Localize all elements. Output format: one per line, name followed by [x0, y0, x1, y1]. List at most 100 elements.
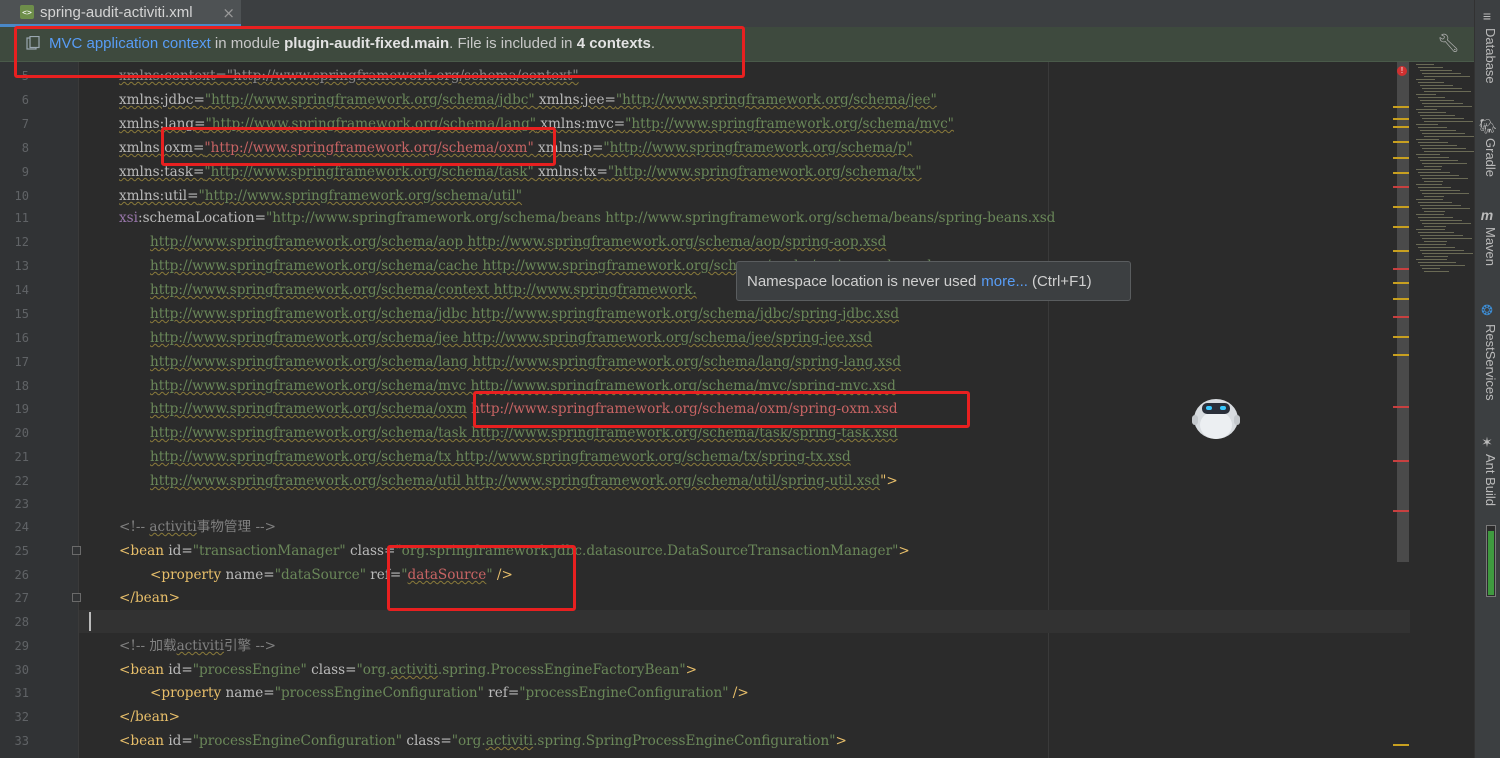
code-line-32: </bean> — [119, 707, 180, 727]
error-stripe-marker[interactable] — [1393, 336, 1409, 338]
minimap-line — [1422, 118, 1464, 119]
minimap-line — [1420, 145, 1457, 146]
code-line-16: http://www.springframework.org/schema/je… — [150, 328, 872, 348]
tab-spring-audit-activiti[interactable]: <> spring-audit-activiti.xml × — [0, 0, 241, 27]
minimap-line — [1420, 235, 1463, 236]
error-stripe-marker[interactable] — [1393, 172, 1409, 174]
error-stripe-marker[interactable] — [1393, 206, 1409, 208]
minimap-line — [1416, 109, 1437, 110]
error-stripe-marker[interactable] — [1393, 106, 1409, 108]
minimap-line — [1420, 70, 1452, 71]
tooltip-more-link[interactable]: more... — [981, 273, 1028, 290]
code-text: "processEngine" — [192, 662, 307, 678]
error-stripe-marker[interactable] — [1393, 118, 1409, 120]
error-stripe-marker[interactable] — [1393, 510, 1409, 512]
error-stripe-marker[interactable] — [1393, 250, 1409, 252]
error-stripe-marker[interactable] — [1393, 316, 1409, 318]
code-text: 事物管理 --> — [196, 519, 277, 535]
annotation-box-banner — [14, 26, 745, 78]
code-text: "> — [880, 473, 898, 489]
error-stripe-marker[interactable] — [1393, 298, 1409, 300]
minimap-line — [1422, 133, 1465, 134]
line-number: 8 — [21, 141, 29, 155]
minimap-line — [1416, 139, 1439, 140]
line-number: 33 — [14, 734, 29, 748]
minimap-line — [1416, 169, 1441, 170]
fold-marker[interactable] — [72, 546, 81, 555]
code-line-29: <!-- 加载activiti引擎 --> — [119, 636, 276, 656]
minimap-line — [1422, 178, 1468, 179]
code-line-24: <!-- activiti事物管理 --> — [119, 517, 276, 537]
robot-assistant-icon[interactable] — [1190, 393, 1242, 441]
minimap-line — [1416, 64, 1434, 65]
tab-title: spring-audit-activiti.xml — [40, 3, 193, 21]
code-text: http://www.springframework.org/schema/jd… — [150, 306, 900, 322]
tool-rest-services[interactable]: RestServices — [1476, 324, 1498, 401]
wrench-icon[interactable]: 🔧︎ — [1437, 33, 1460, 54]
tool-maven[interactable]: Maven — [1476, 227, 1498, 266]
minimap-line — [1418, 247, 1455, 248]
error-stripe-marker[interactable] — [1393, 460, 1409, 462]
minimap-line — [1418, 157, 1449, 158]
minimap-line — [1424, 166, 1442, 167]
code-text: id= — [164, 662, 193, 678]
code-text: :schemaLocation= — [138, 210, 267, 226]
error-stripe-marker[interactable] — [1393, 226, 1409, 228]
fold-marker[interactable] — [72, 593, 81, 602]
error-stripe-marker[interactable] — [1393, 186, 1409, 188]
line-number: 17 — [14, 355, 29, 369]
error-stripe-marker[interactable] — [1393, 126, 1409, 128]
minimap-line — [1424, 76, 1470, 77]
code-minimap[interactable] — [1416, 64, 1475, 274]
gradle-icon: 🐘︎ — [1479, 118, 1497, 134]
code-text: </bean> — [119, 709, 180, 725]
code-text: 引擎 --> — [223, 638, 277, 654]
vertical-scrollbar[interactable] — [1397, 62, 1409, 562]
memory-indicator[interactable] — [1486, 525, 1496, 597]
tool-database[interactable]: Database — [1476, 28, 1498, 84]
minimap-line — [1420, 130, 1456, 131]
code-line-14: http://www.springframework.org/schema/co… — [150, 280, 697, 300]
error-stripe-marker[interactable] — [1393, 268, 1409, 270]
line-number: 29 — [14, 639, 29, 653]
error-indicator-icon[interactable]: ! — [1397, 66, 1407, 76]
code-text: xmlns:jdbc= — [119, 92, 205, 108]
close-icon[interactable]: × — [222, 4, 235, 22]
code-text: xmlns:util= — [119, 188, 199, 204]
minimap-line — [1424, 91, 1471, 92]
error-stripe-marker[interactable] — [1393, 406, 1409, 408]
tool-ant-build[interactable]: Ant Build — [1476, 454, 1498, 506]
code-text: "http://www.springframework.org/schema/t… — [204, 164, 534, 180]
line-number: 23 — [14, 497, 29, 511]
code-text: > — [898, 543, 910, 559]
minimap-line — [1422, 253, 1473, 254]
minimap-line — [1422, 148, 1466, 149]
minimap-line — [1420, 160, 1458, 161]
code-text: "dataSource" — [274, 567, 366, 583]
minimap-line — [1424, 136, 1474, 137]
line-number: 10 — [14, 189, 29, 203]
error-stripe-marker[interactable] — [1393, 157, 1409, 159]
code-text: activiti — [485, 733, 534, 749]
minimap-line — [1416, 214, 1444, 215]
minimap-line — [1424, 181, 1443, 182]
code-text: ref= — [483, 685, 520, 701]
minimap-line — [1418, 217, 1453, 218]
minimap-line — [1418, 112, 1446, 113]
code-text: http://www.springframework.org/schema/je… — [150, 330, 873, 346]
code-line-6: xmlns:jdbc="http://www.springframework.o… — [119, 90, 937, 110]
rest-services-icon: ❂ — [1481, 302, 1493, 318]
code-text: <property — [150, 567, 222, 583]
minimap-line — [1420, 250, 1464, 251]
minimap-line — [1422, 193, 1469, 194]
line-number: 32 — [14, 710, 29, 724]
tool-gradle[interactable]: Gradle — [1476, 138, 1498, 177]
error-stripe-marker[interactable] — [1393, 744, 1409, 746]
error-stripe-marker[interactable] — [1393, 282, 1409, 284]
error-stripe-marker[interactable] — [1393, 141, 1409, 143]
minimap-line — [1420, 85, 1453, 86]
minimap-line — [1418, 97, 1445, 98]
minimap-line — [1424, 121, 1473, 122]
error-stripe-marker[interactable] — [1393, 354, 1409, 356]
code-text: activiti — [390, 662, 438, 678]
